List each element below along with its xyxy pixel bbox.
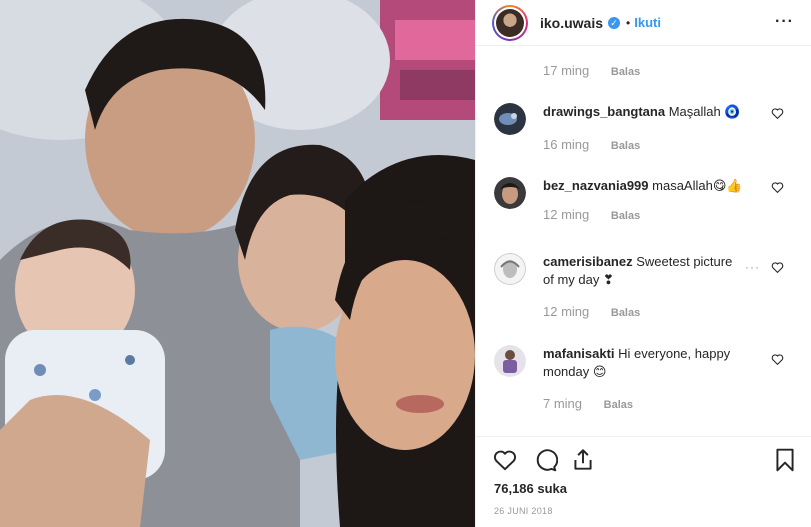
follow-button[interactable]: Ikuti: [634, 15, 661, 30]
heart-icon[interactable]: [492, 447, 518, 473]
more-options-icon[interactable]: ···: [775, 13, 794, 31]
bookmark-icon[interactable]: [772, 447, 798, 473]
comment-username[interactable]: drawings_bangtana: [543, 104, 665, 119]
comment-meta: 12 ming Balas: [543, 304, 640, 319]
commenter-avatar[interactable]: [494, 253, 526, 285]
author-username[interactable]: iko.uwais: [540, 15, 603, 31]
comment-text: Maşallah 🧿: [668, 104, 741, 119]
family-selfie-image: [0, 0, 475, 527]
commenter-avatar[interactable]: [494, 103, 526, 135]
comment-options-icon[interactable]: ···: [745, 260, 760, 274]
reply-button[interactable]: Balas: [604, 399, 633, 411]
comment-time: 7 ming: [543, 396, 583, 411]
post-actions: 76,186 suka 26 JUNI 2018: [476, 436, 811, 527]
comment-time: 12 ming: [543, 207, 590, 222]
post-header: iko.uwais ✓ • Ikuti ···: [476, 0, 811, 46]
comment-time: 12 ming: [543, 304, 590, 319]
comment-like-heart-icon[interactable]: [771, 107, 784, 120]
header-separator: •: [626, 15, 631, 30]
author-avatar-image: [496, 8, 524, 37]
comment-time: 17 ming: [543, 63, 590, 78]
comment-username[interactable]: bez_nazvania999: [543, 178, 649, 193]
reply-button[interactable]: Balas: [611, 140, 640, 152]
share-icon[interactable]: [570, 447, 596, 473]
comment-meta: 12 ming Balas: [543, 207, 640, 222]
commenter-avatar[interactable]: [494, 177, 526, 209]
comment-meta: 16 ming Balas: [543, 137, 640, 152]
comment-username[interactable]: camerisibanez: [543, 254, 633, 269]
post-date: 26 JUNI 2018: [494, 506, 553, 516]
comment-time: 16 ming: [543, 137, 590, 152]
comment-list[interactable]: 17 ming Balas drawings_bangtana Maşallah…: [476, 47, 811, 435]
reply-button[interactable]: Balas: [611, 66, 640, 78]
verified-badge-icon: ✓: [608, 16, 621, 29]
comment-username[interactable]: mafanisakti: [543, 346, 615, 361]
post-side-panel: iko.uwais ✓ • Ikuti ··· 17 ming Balas dr…: [475, 0, 811, 527]
commenter-avatar[interactable]: [494, 345, 526, 377]
comment-icon[interactable]: [532, 447, 558, 473]
comment-meta: 17 ming Balas: [543, 63, 640, 78]
reply-button[interactable]: Balas: [611, 307, 640, 319]
reply-button[interactable]: Balas: [611, 210, 640, 222]
author-avatar[interactable]: [492, 4, 528, 41]
comment-text: masaAllah😋👍: [652, 178, 743, 193]
comment-like-heart-icon[interactable]: [771, 181, 784, 194]
comment-meta: 7 ming Balas: [543, 396, 633, 411]
comment-like-heart-icon[interactable]: [771, 353, 784, 366]
post-photo: [0, 0, 475, 527]
likes-count[interactable]: 76,186 suka: [494, 481, 567, 496]
comment-like-heart-icon[interactable]: [771, 261, 784, 274]
